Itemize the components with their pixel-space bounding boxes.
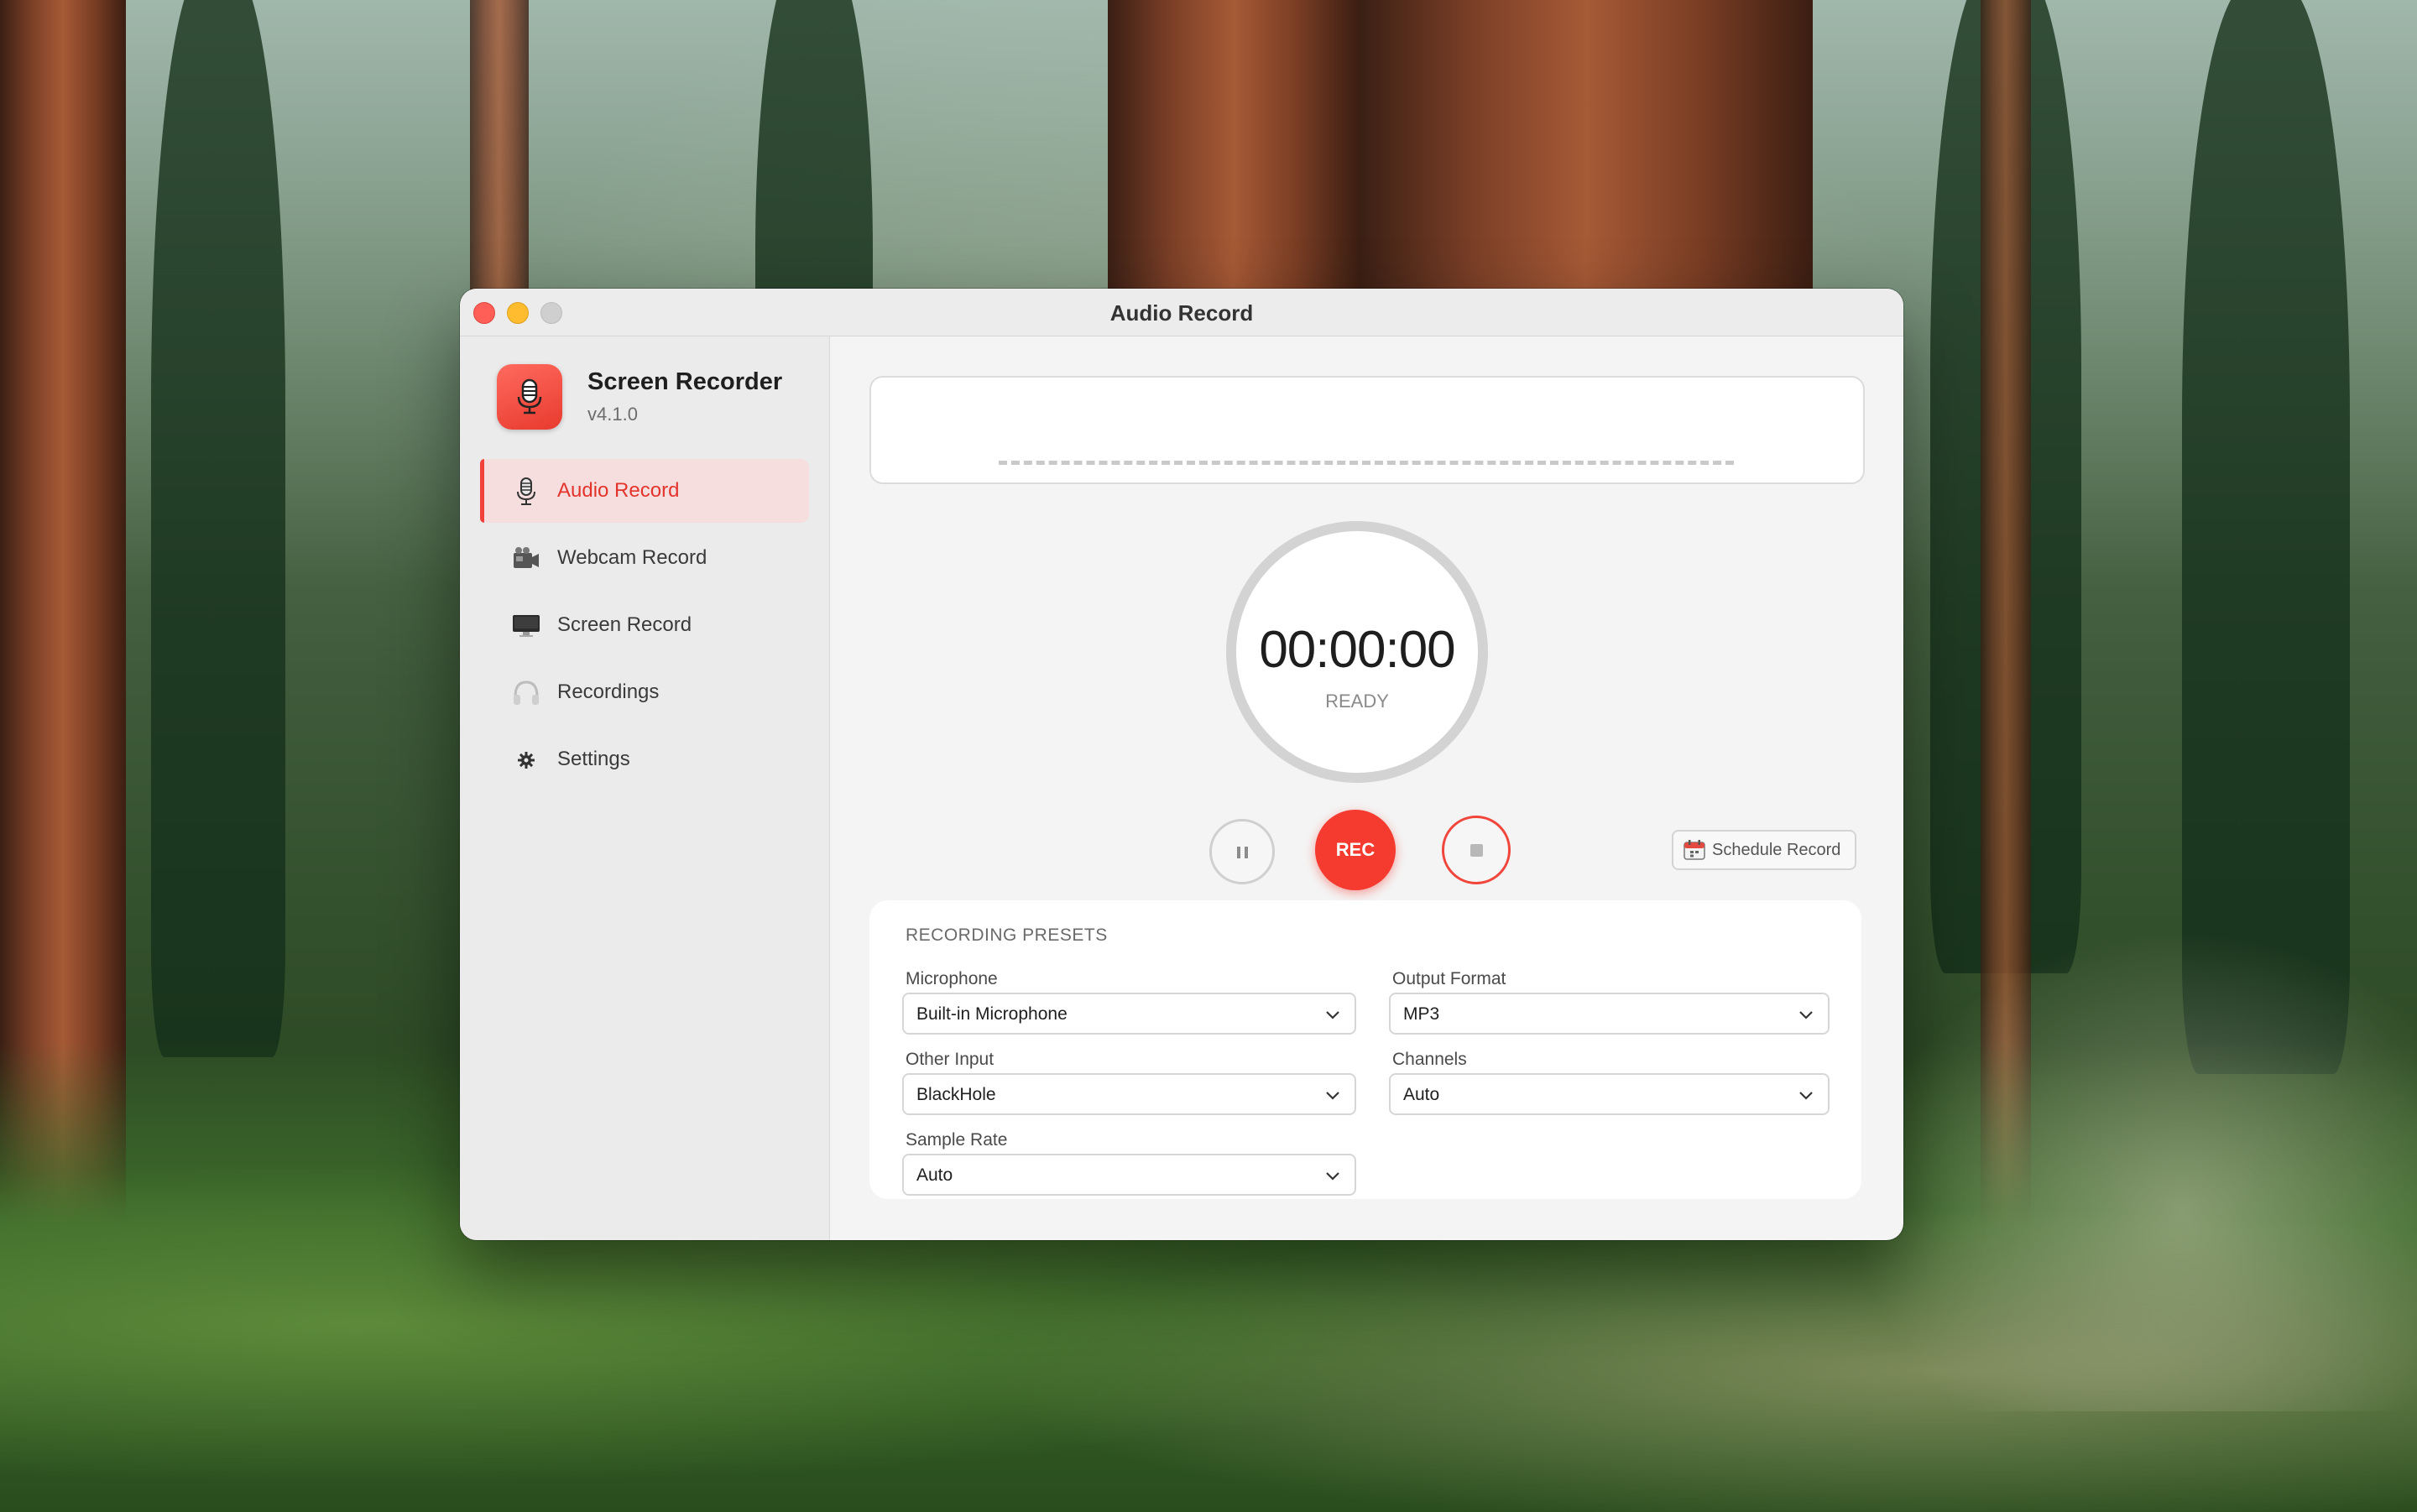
chevron-down-icon xyxy=(1326,1172,1339,1181)
app-name: Screen Recorder xyxy=(587,368,783,395)
sidebar-item-settings[interactable]: Settings xyxy=(480,727,809,791)
timer-ring: 00:00:00 READY xyxy=(1226,521,1488,783)
sample-rate-select-value: Auto xyxy=(916,1165,953,1185)
wallpaper-tree xyxy=(151,0,285,1057)
presets-title: RECORDING PRESETS xyxy=(906,925,1108,945)
app-version: v4.1.0 xyxy=(587,404,638,425)
gear-icon xyxy=(512,746,540,774)
sample-rate-select[interactable]: Auto xyxy=(902,1154,1356,1196)
monitor-icon xyxy=(512,612,540,640)
sidebar-item-label: Audio Record xyxy=(557,479,680,502)
microphone-icon xyxy=(517,378,542,414)
calendar-icon xyxy=(1684,840,1705,860)
app-window: Audio Record Screen Recorder v4.1.0 Audi… xyxy=(460,289,1903,1240)
channels-select[interactable]: Auto xyxy=(1389,1073,1830,1115)
recording-presets-panel: RECORDING PRESETS Microphone Built-in Mi… xyxy=(869,900,1861,1199)
microphone-select[interactable]: Built-in Microphone xyxy=(902,993,1356,1035)
channels-select-value: Auto xyxy=(1403,1085,1440,1104)
wallpaper-mist xyxy=(1830,908,2417,1411)
chevron-down-icon xyxy=(1799,1011,1813,1019)
sample-rate-label: Sample Rate xyxy=(906,1130,1008,1150)
schedule-record-label: Schedule Record xyxy=(1712,840,1841,859)
sidebar-item-webcam-record[interactable]: Webcam Record xyxy=(480,526,809,590)
timer-display: 00:00:00 xyxy=(1259,621,1455,679)
schedule-record-button[interactable]: Schedule Record xyxy=(1672,830,1856,870)
headphones-icon xyxy=(512,679,540,707)
app-logo xyxy=(497,364,562,430)
channels-label: Channels xyxy=(1392,1050,1467,1069)
title-bar[interactable]: Audio Record xyxy=(460,289,1903,336)
microphone-select-value: Built-in Microphone xyxy=(916,1004,1068,1024)
output-format-select-value: MP3 xyxy=(1403,1004,1440,1024)
recording-status: READY xyxy=(1325,691,1389,712)
sidebar-nav: Audio Record Webcam Record Screen Record… xyxy=(480,459,809,795)
other-input-select[interactable]: BlackHole xyxy=(902,1073,1356,1115)
stop-button[interactable] xyxy=(1442,816,1511,884)
sidebar-item-recordings[interactable]: Recordings xyxy=(480,660,809,724)
window-title: Audio Record xyxy=(1109,300,1254,326)
sidebar-item-label: Webcam Record xyxy=(557,546,707,569)
chevron-down-icon xyxy=(1326,1011,1339,1019)
microphone-icon xyxy=(512,477,540,506)
waveform-idle-line xyxy=(999,461,1734,465)
output-format-select[interactable]: MP3 xyxy=(1389,993,1830,1035)
main-content: 00:00:00 READY REC Schedule Record RECOR… xyxy=(830,336,1903,1240)
other-input-select-value: BlackHole xyxy=(916,1085,996,1104)
waveform-display xyxy=(869,376,1865,484)
sidebar-item-audio-record[interactable]: Audio Record xyxy=(480,459,809,523)
pause-button[interactable] xyxy=(1209,819,1275,884)
sidebar-item-label: Screen Record xyxy=(557,613,692,636)
sidebar-item-label: Recordings xyxy=(557,680,660,703)
record-button[interactable]: REC xyxy=(1315,810,1396,890)
microphone-label: Microphone xyxy=(906,969,998,988)
output-format-label: Output Format xyxy=(1392,969,1506,988)
other-input-label: Other Input xyxy=(906,1050,994,1069)
sidebar-item-label: Settings xyxy=(557,748,630,770)
sidebar: Screen Recorder v4.1.0 Audio Record Webc… xyxy=(460,336,830,1240)
stop-icon xyxy=(1470,844,1483,857)
video-camera-icon xyxy=(512,545,540,573)
chevron-down-icon xyxy=(1799,1092,1813,1100)
chevron-down-icon xyxy=(1326,1092,1339,1100)
sidebar-item-screen-record[interactable]: Screen Record xyxy=(480,593,809,657)
pause-icon xyxy=(1237,847,1249,858)
